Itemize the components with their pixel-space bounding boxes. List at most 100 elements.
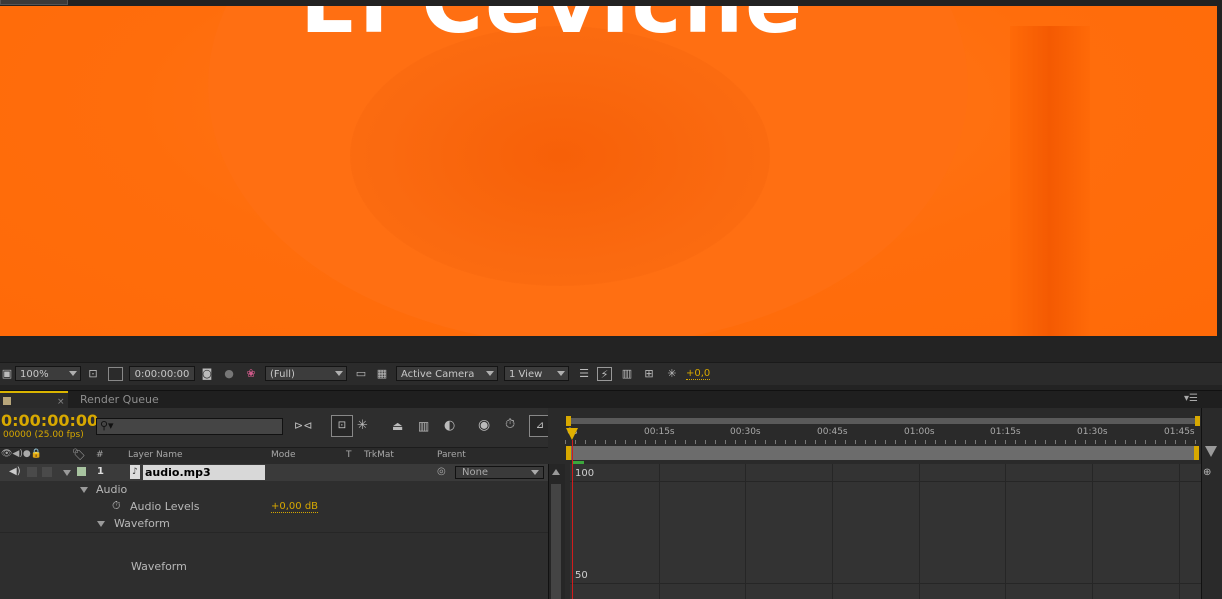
work-area-end-handle[interactable] [1195,416,1200,426]
column-parent: Parent [437,450,466,460]
parent-value: None [462,467,489,478]
current-time-display[interactable]: 0:00:00:00 [1,411,98,430]
viewer-title-text: El Ceviche [300,6,804,52]
layer-name-field[interactable]: audio.mp3 [143,465,265,480]
transparency-grid-toggle[interactable] [108,367,123,381]
always-preview-icon[interactable]: ▣ [0,367,14,381]
zoom-value: 100% [20,369,49,380]
playhead-line [572,440,573,599]
grid-line [745,464,746,599]
expand-audio-icon[interactable] [80,487,88,493]
av-switches-icons: 👁◀)●🔒 [1,449,42,459]
camera-snapshot-icon[interactable]: ◙ [200,367,214,381]
grid-line [659,464,660,599]
ruler-tick-label: 00:15s [644,427,675,437]
vertical-scrollbar[interactable] [548,464,565,599]
graph-editor-area[interactable] [570,464,1201,599]
layer-in-handle[interactable] [566,446,571,460]
layer-duration-bar[interactable] [568,446,1198,460]
expand-layer-icon[interactable] [63,470,71,476]
ruler-tick-label: 01:45s [1164,427,1195,437]
camera-value: Active Camera [401,369,475,380]
graph-options-icon[interactable]: ⊕ [1203,467,1211,478]
viewer-toolbar: ▣ 100% ⊡ 0:00:00:00 ◙ ● ❀ (Full) ▭ ▦ Act… [0,362,1222,385]
expand-waveform-icon[interactable] [97,521,105,527]
audio-levels-value[interactable]: +0,00 dB [271,501,319,513]
resolution-value: (Full) [270,369,295,380]
pixel-aspect-icon[interactable]: ☰ [577,367,591,381]
flowchart-icon[interactable]: ⊞ [642,367,656,381]
roi-icon[interactable]: ▭ [354,367,368,381]
resolution-dropdown[interactable]: (Full) [265,366,347,381]
search-icon: ⚲▾ [100,419,114,432]
frame-rate-display: 00000 (25.00 fps) [3,430,84,440]
tab-composition[interactable]: × [0,391,68,409]
motion-blur-icon[interactable]: ◐ [444,418,455,433]
comp-color-icon [3,397,11,405]
graph-label-top: 100 [575,468,595,479]
column-trkmat: TrkMat [364,450,394,460]
panel-menu-icon[interactable]: ▾☰ [1184,393,1198,404]
property-group-waveform[interactable]: Waveform [0,515,548,533]
ruler-tick-label: 01:15s [990,427,1021,437]
column-t: T [346,450,352,460]
brainstorm-icon[interactable]: ◉ [478,417,490,433]
reset-exposure-icon[interactable]: ✳ [665,367,679,381]
grid-line [1005,464,1006,599]
layer-color-label[interactable] [77,467,86,476]
audio-levels-label: Audio Levels [130,500,200,513]
solo-toggle[interactable] [27,467,37,477]
region-icon[interactable]: ⊡ [86,367,100,381]
views-value: 1 View [509,369,543,380]
scroll-thumb[interactable] [551,484,561,599]
camera-dropdown[interactable]: Active Camera [396,366,498,381]
frame-blending-icon[interactable]: ▥ [418,419,429,433]
waveform-label: Waveform [131,560,187,573]
auto-keyframe-icon[interactable]: ⏱ [505,417,515,432]
lock-toggle[interactable] [42,467,52,477]
ruler-tick-label: 00:45s [817,427,848,437]
composition-viewer[interactable]: El Ceviche [0,0,1222,338]
scroll-up-icon[interactable] [552,469,560,475]
grid-line [570,481,1201,482]
view-layout-dropdown[interactable]: 1 View [504,366,569,381]
ruler-tick-label: 01:30s [1077,427,1108,437]
layer-search-input[interactable]: ⚲▾ [96,418,283,435]
ruler-tick-label: 00:30s [730,427,761,437]
ruler-tick-label: 01:00s [904,427,935,437]
grid-line [1092,464,1093,599]
checkerboard-icon[interactable]: ▦ [375,367,389,381]
live-update-icon[interactable]: ⊡ [331,415,353,437]
color-channels-icon[interactable]: ❀ [244,367,258,381]
current-time-indicator[interactable] [566,428,578,440]
fast-preview-icon[interactable]: ⚡ [597,367,612,381]
property-waveform[interactable]: Waveform [0,533,548,599]
audio-file-icon: ♪ [130,465,140,479]
tab-render-queue[interactable]: Render Queue [70,391,169,409]
graph-label-mid: 50 [575,570,588,581]
time-navigator-end-icon[interactable] [1205,446,1217,457]
work-area-bar[interactable] [568,418,1198,424]
grid-line [1179,464,1180,599]
stopwatch-icon[interactable]: ⏱ [112,499,121,513]
show-snapshot-icon[interactable]: ● [222,367,236,381]
audio-group-label: Audio [96,483,128,496]
ruler-ticks [565,440,1201,444]
shy-icon[interactable]: ⏏ [392,419,403,433]
layer-out-handle[interactable] [1194,446,1199,460]
zoom-dropdown[interactable]: 100% [15,366,81,381]
timeline-toggle-icon[interactable]: ▥ [620,367,634,381]
audio-toggle-icon[interactable]: ◀) [9,466,21,477]
work-area-start-handle[interactable] [566,416,571,426]
food-shape [350,26,770,286]
viewer-corner [0,0,68,5]
comp-mini-flowchart-icon[interactable]: ⊳⊲ [294,419,312,432]
column-layer-name[interactable]: Layer Name [128,450,183,460]
draft-3d-icon[interactable]: ✳ [357,418,368,433]
exposure-value[interactable]: +0,0 [686,368,711,380]
graph-side-strip: ⊕ [1201,408,1222,599]
parent-dropdown[interactable]: None [455,466,544,479]
pickwhip-icon[interactable]: ◎ [437,466,446,477]
property-group-audio[interactable]: Audio [0,481,548,499]
timecode-field[interactable]: 0:00:00:00 [129,366,195,381]
